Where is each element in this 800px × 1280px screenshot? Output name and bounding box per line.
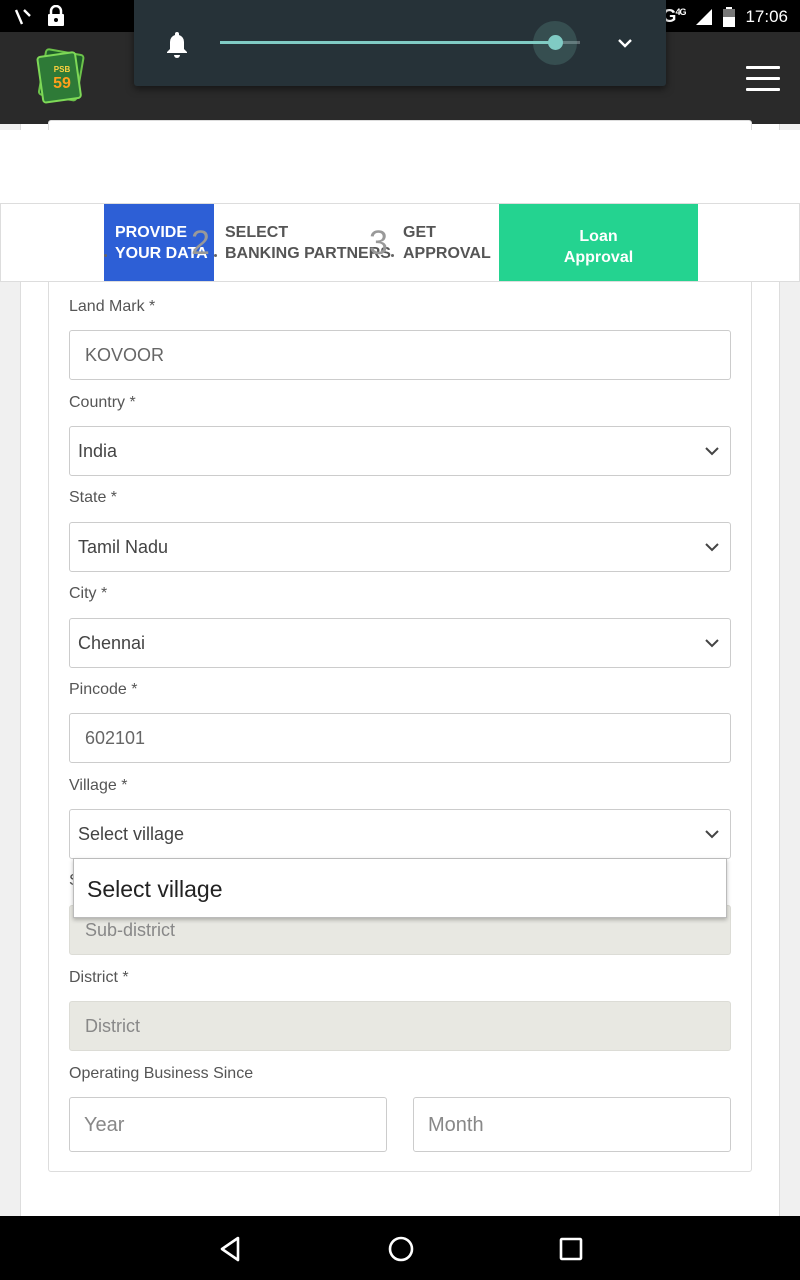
lock-icon (48, 5, 64, 26)
volume-fill (220, 41, 555, 44)
district-input: District (69, 1001, 731, 1051)
village-label: Village * (69, 777, 128, 794)
menu-button[interactable] (746, 66, 780, 92)
landmark-input[interactable]: KOVOOR (69, 330, 731, 380)
city-label: City * (69, 585, 108, 602)
step-number-3: 3 (369, 224, 388, 262)
navigation-bar (0, 1216, 800, 1280)
volume-panel (134, 0, 666, 86)
step-get-approval[interactable]: GET APPROVAL (403, 222, 491, 264)
year-input[interactable]: Year (69, 1097, 387, 1152)
back-icon[interactable] (216, 1234, 246, 1264)
village-option[interactable]: Select village (87, 876, 223, 903)
step-number-2: 2 (191, 224, 210, 262)
svg-text:PSB: PSB (54, 65, 71, 74)
volume-thumb[interactable] (547, 35, 563, 50)
top-spacer (0, 130, 800, 204)
clock: 17:06 (745, 6, 788, 26)
step-select-banking[interactable]: SELECT BANKING PARTNERS (225, 222, 391, 264)
step-dot (391, 254, 394, 257)
village-dropdown-popup: Select village (73, 858, 727, 918)
chevron-down-icon (705, 830, 719, 839)
state-label: State * (69, 489, 118, 506)
bell-icon[interactable] (164, 30, 190, 58)
district-label: District * (69, 969, 129, 986)
state-select[interactable]: Tamil Nadu (69, 522, 731, 572)
village-select[interactable]: Select village (69, 809, 731, 859)
debug-icon (14, 9, 31, 25)
pincode-input[interactable]: 602101 (69, 713, 731, 763)
signal-icon (696, 8, 713, 25)
country-select[interactable]: India (69, 426, 731, 476)
recents-icon[interactable] (556, 1234, 586, 1264)
chevron-down-icon (705, 639, 719, 648)
chevron-down-icon (705, 543, 719, 552)
volume-slider[interactable] (220, 21, 580, 65)
landmark-label: Land Mark * (69, 298, 156, 315)
country-label: Country * (69, 394, 136, 411)
home-icon[interactable] (386, 1234, 416, 1264)
chevron-down-icon (705, 447, 719, 456)
app-logo[interactable]: PSB 59 (34, 46, 90, 106)
month-input[interactable]: Month (413, 1097, 731, 1152)
svg-text:59: 59 (53, 75, 71, 92)
city-select[interactable]: Chennai (69, 618, 731, 668)
pincode-label: Pincode * (69, 681, 138, 698)
battery-icon (723, 6, 736, 27)
step-dot (104, 254, 107, 257)
step-dot (214, 254, 217, 257)
progress-steps: PROVIDE YOUR DATA 2 SELECT BANKING PARTN… (0, 203, 800, 282)
step-loan-approval[interactable]: Loan Approval (499, 204, 698, 281)
business-since-label: Operating Business Since (69, 1065, 254, 1082)
chevron-down-icon[interactable] (616, 34, 634, 52)
